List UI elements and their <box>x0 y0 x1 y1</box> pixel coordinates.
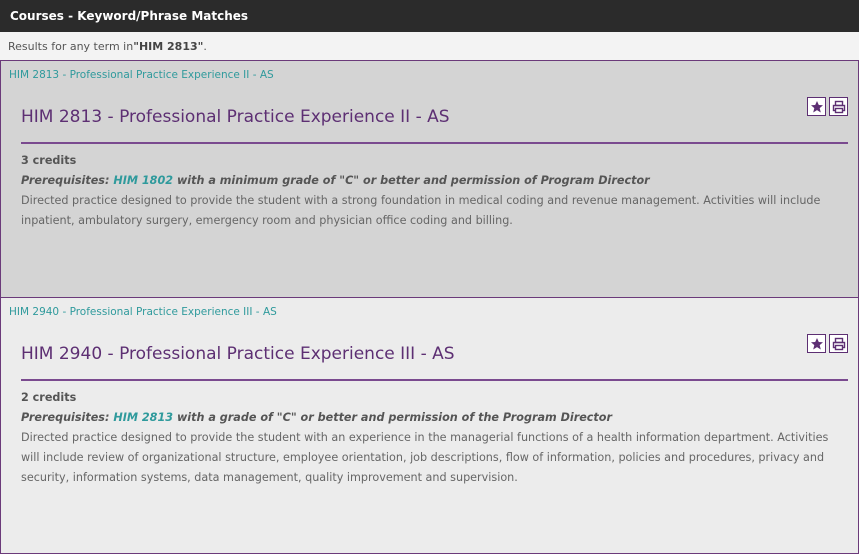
course-prerequisites: Prerequisites: HIM 2813 with a grade of … <box>21 408 844 428</box>
prereq-label: Prerequisites: <box>21 411 114 424</box>
star-icon[interactable] <box>807 334 826 353</box>
prereq-label: Prerequisites: <box>21 174 114 187</box>
panel-title: Courses - Keyword/Phrase Matches <box>10 9 249 23</box>
printer-icon[interactable] <box>829 97 848 116</box>
course-actions <box>807 97 848 116</box>
result-item: HIM 2813 - Professional Practice Experie… <box>1 60 858 297</box>
course-description: Directed practice designed to provide th… <box>21 431 829 484</box>
course-title: HIM 2813 - Professional Practice Experie… <box>21 107 450 127</box>
prereq-text: with a grade of "C" or better and permis… <box>173 411 612 424</box>
result-link[interactable]: HIM 2940 - Professional Practice Experie… <box>1 298 858 318</box>
course-credits: 2 credits <box>21 391 77 404</box>
results-summary-prefix: Results for any term in <box>8 39 134 53</box>
course-credits: 3 credits <box>21 154 77 167</box>
results-list: HIM 2813 - Professional Practice Experie… <box>0 60 859 554</box>
course-description: Directed practice designed to provide th… <box>21 194 821 227</box>
prereq-text: with a minimum grade of "C" or better an… <box>173 174 650 187</box>
course-title: HIM 2940 - Professional Practice Experie… <box>21 344 455 364</box>
title-divider <box>21 379 848 381</box>
results-summary-term: "HIM 2813" <box>133 39 204 53</box>
course-prerequisites: Prerequisites: HIM 1802 with a minimum g… <box>21 171 844 191</box>
title-divider <box>21 142 848 144</box>
course-details: 3 credits Prerequisites: HIM 1802 with a… <box>21 151 844 231</box>
course-details: 2 credits Prerequisites: HIM 2813 with a… <box>21 388 844 488</box>
course-actions <box>807 334 848 353</box>
result-link[interactable]: HIM 2813 - Professional Practice Experie… <box>1 61 858 81</box>
prereq-course-link[interactable]: HIM 1802 <box>113 174 173 187</box>
star-icon[interactable] <box>807 97 826 116</box>
result-item: HIM 2940 - Professional Practice Experie… <box>1 297 858 554</box>
results-summary: Results for any term in "HIM 2813". <box>0 32 859 60</box>
prereq-course-link[interactable]: HIM 2813 <box>113 411 173 424</box>
printer-icon[interactable] <box>829 334 848 353</box>
results-summary-suffix: . <box>203 39 207 53</box>
panel-header: Courses - Keyword/Phrase Matches <box>0 0 859 32</box>
